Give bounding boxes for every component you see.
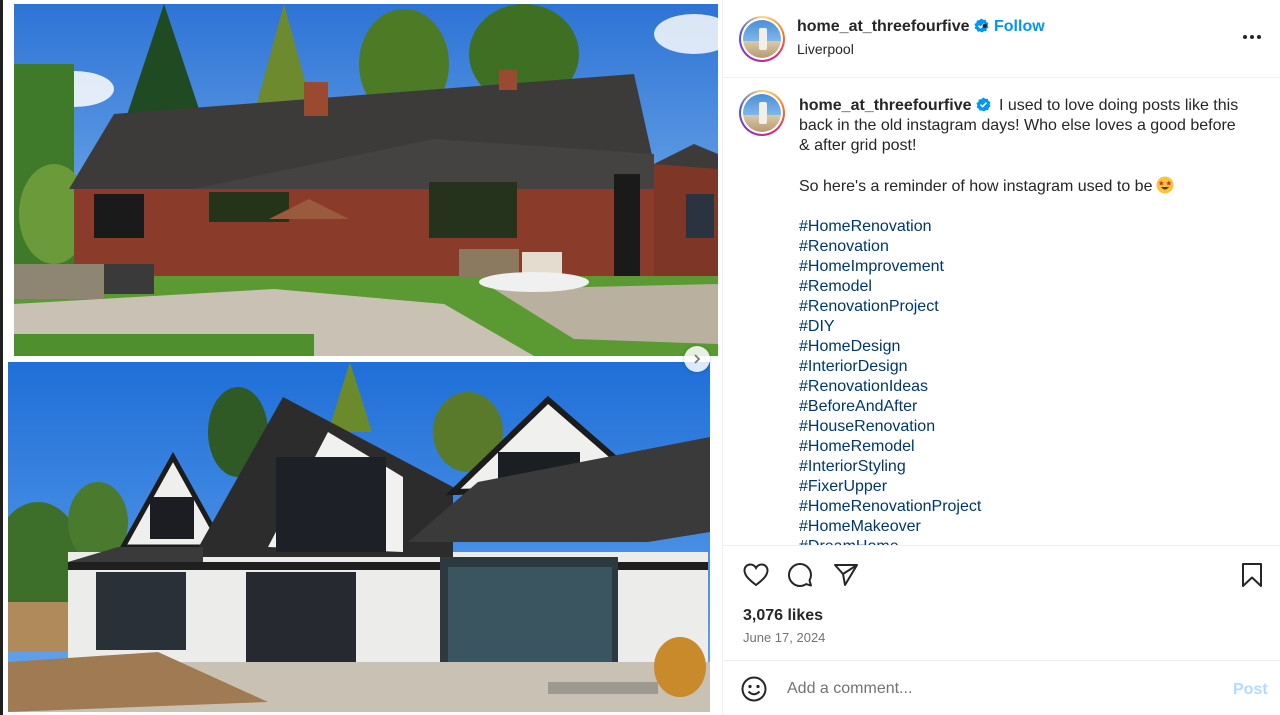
media-edge [0, 0, 3, 715]
author-username[interactable]: home_at_threefourfive [797, 18, 970, 35]
hashtag-link[interactable]: #DreamHome [799, 537, 1249, 545]
header-separator: • [982, 18, 988, 35]
hashtag-link[interactable]: #HomeMakeover [799, 517, 1249, 537]
before-photo[interactable] [14, 4, 718, 356]
chevron-right-icon [694, 354, 701, 364]
like-count[interactable]: 3,076 likes [743, 607, 823, 625]
caption-paragraph-1: home_at_threefourfive I used to love doi… [799, 96, 1249, 156]
post-side-panel: home_at_threefourfive • Follow Liverpool… [722, 0, 1280, 715]
send-icon [834, 564, 858, 586]
author-avatar[interactable] [739, 16, 785, 62]
caption-paragraph-2: So here's a reminder of how instagram us… [799, 176, 1249, 197]
star-struck-emoji-icon [1156, 176, 1174, 194]
share-button[interactable] [831, 560, 861, 590]
author-username-row[interactable]: home_at_threefourfive [797, 18, 989, 36]
save-button[interactable] [1237, 560, 1267, 590]
comment-input[interactable] [787, 675, 1207, 703]
more-options-icon [1243, 35, 1261, 39]
hashtag-link[interactable]: #RenovationIdeas [799, 377, 1249, 397]
caption-text-2: So here's a reminder of how instagram us… [799, 178, 1153, 195]
heart-icon [743, 563, 769, 587]
hashtag-link[interactable]: #HomeRenovation [799, 217, 1249, 237]
hashtag-link[interactable]: #DIY [799, 317, 1249, 337]
hashtag-link[interactable]: #Remodel [799, 277, 1249, 297]
follow-button[interactable]: Follow [994, 18, 1045, 36]
more-options-button[interactable] [1239, 24, 1265, 50]
post-date[interactable]: June 17, 2024 [743, 630, 825, 645]
hashtag-link[interactable]: #InteriorStyling [799, 457, 1249, 477]
post-caption: home_at_threefourfive I used to love doi… [799, 96, 1249, 545]
post-comment-button[interactable]: Post [1233, 681, 1268, 699]
hashtag-list: #HomeRenovation #Renovation #HomeImproveme… [799, 217, 1249, 545]
hashtag-link[interactable]: #RenovationProject [799, 297, 1249, 317]
post-media[interactable] [0, 0, 722, 715]
caption-author-username[interactable]: home_at_threefourfive [799, 97, 991, 114]
emoji-picker-button[interactable] [741, 676, 767, 707]
hashtag-link[interactable]: #BeforeAndAfter [799, 397, 1249, 417]
next-slide-button[interactable] [684, 346, 710, 372]
comment-bar: Post [723, 660, 1280, 715]
hashtag-link[interactable]: #HomeRemodel [799, 437, 1249, 457]
bookmark-icon [1242, 563, 1262, 587]
hashtag-link[interactable]: #Renovation [799, 237, 1249, 257]
hashtag-link[interactable]: #HomeRenovationProject [799, 497, 1249, 517]
comment-icon [788, 563, 812, 587]
hashtag-link[interactable]: #InteriorDesign [799, 357, 1249, 377]
verified-badge-icon [975, 97, 991, 112]
post-header: home_at_threefourfive • Follow Liverpool [723, 0, 1280, 78]
emoji-icon [741, 676, 767, 702]
post-location[interactable]: Liverpool [797, 41, 854, 57]
comment-button[interactable] [785, 560, 815, 590]
hashtag-link[interactable]: #FixerUpper [799, 477, 1249, 497]
caption-author-avatar[interactable] [739, 90, 785, 136]
like-button[interactable] [741, 560, 771, 590]
hashtag-link[interactable]: #HomeDesign [799, 337, 1249, 357]
after-photo[interactable] [8, 362, 710, 712]
hashtag-link[interactable]: #HouseRenovation [799, 417, 1249, 437]
hashtag-link[interactable]: #HomeImprovement [799, 257, 1249, 277]
caption-scroll-area[interactable]: home_at_threefourfive I used to love doi… [723, 78, 1280, 546]
post-actions-bar [723, 556, 1280, 596]
